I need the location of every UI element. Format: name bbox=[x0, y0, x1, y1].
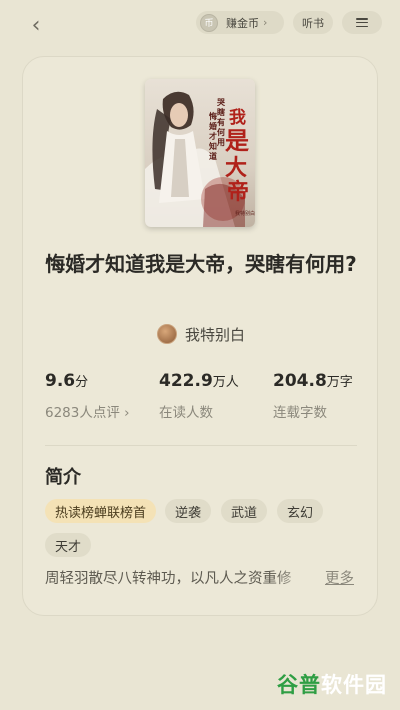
readers-value: 422.9 bbox=[159, 371, 213, 391]
listen-button[interactable]: 听书 bbox=[293, 11, 333, 34]
readers-label: 在读人数 bbox=[159, 405, 213, 421]
cover-title-char: 是 bbox=[225, 126, 249, 155]
words-unit: 万字 bbox=[326, 375, 353, 390]
svg-text:用: 用 bbox=[216, 137, 225, 147]
top-bar: ‹ 币 赚金币 › 听书 bbox=[0, 0, 400, 48]
svg-text:瞎: 瞎 bbox=[217, 107, 225, 117]
rating-unit: 分 bbox=[75, 375, 89, 390]
rating-stat[interactable]: 9.6分 6283人点评 › bbox=[45, 369, 130, 421]
svg-text:何: 何 bbox=[217, 127, 225, 137]
svg-text:婚: 婚 bbox=[209, 121, 217, 131]
tag[interactable]: 逆袭 bbox=[165, 499, 212, 523]
author-name: 我特别白 bbox=[184, 325, 245, 344]
svg-text:知: 知 bbox=[209, 141, 217, 151]
author-row[interactable]: 我特别白 bbox=[23, 321, 379, 347]
author-avatar bbox=[156, 324, 177, 344]
words-value: 204.8 bbox=[273, 371, 327, 391]
chevron-right-icon: › bbox=[263, 16, 268, 29]
menu-icon bbox=[356, 18, 368, 27]
listen-label: 听书 bbox=[302, 16, 324, 30]
tag[interactable]: 武道 bbox=[221, 499, 268, 523]
watermark-logo: 谷普 软件园 bbox=[271, 666, 393, 702]
book-title: 悔婚才知道我是大帝，哭瞎有何用? bbox=[45, 252, 357, 276]
tag-hot-ranking[interactable]: 热读榜蝉联榜首 bbox=[45, 499, 157, 523]
chevron-right-icon: › bbox=[124, 405, 130, 421]
tag[interactable]: 天才 bbox=[45, 533, 92, 557]
coin-icon: 币 bbox=[200, 13, 218, 32]
divider bbox=[45, 445, 357, 446]
words-label: 连载字数 bbox=[273, 405, 327, 421]
earn-coins-button[interactable]: 币 赚金币 › bbox=[196, 11, 284, 34]
back-arrow-icon[interactable]: ‹ bbox=[26, 15, 46, 37]
book-description: 周轻羽散尽八转神功，以凡人之资重修 bbox=[45, 571, 292, 587]
readers-unit: 万人 bbox=[212, 375, 239, 390]
rating-value: 9.6 bbox=[45, 371, 76, 391]
svg-text:悔: 悔 bbox=[209, 111, 217, 121]
more-link[interactable]: 更多 bbox=[325, 567, 354, 588]
tag[interactable]: 玄幻 bbox=[277, 499, 324, 523]
stats-row: 9.6分 6283人点评 › 422.9万人 在读人数 204.8万字 连载字数 bbox=[45, 369, 365, 425]
rating-label: 6283人点评 bbox=[45, 405, 120, 421]
cover-title-char: 帝 bbox=[227, 179, 249, 205]
svg-text:才: 才 bbox=[208, 131, 217, 141]
book-cover-image[interactable]: 我 是 大 帝 哭瞎有何用 悔婚才知道 我特别白著 bbox=[145, 79, 255, 227]
svg-text:我特别白著: 我特别白著 bbox=[235, 210, 255, 217]
watermark-part2: 软件园 bbox=[321, 673, 387, 697]
svg-text:有: 有 bbox=[217, 117, 225, 127]
description-fade bbox=[273, 563, 315, 589]
cover-title-char: 大 bbox=[225, 155, 247, 181]
earn-coins-label: 赚金币 bbox=[226, 16, 259, 30]
book-detail-card: 我 是 大 帝 哭瞎有何用 悔婚才知道 我特别白著 悔婚才知道我是大帝，哭瞎有何… bbox=[22, 56, 378, 616]
readers-stat: 422.9万人 在读人数 bbox=[159, 369, 239, 421]
cover-title-char: 我 bbox=[229, 108, 246, 128]
svg-text:道: 道 bbox=[209, 151, 217, 161]
menu-button[interactable] bbox=[342, 11, 382, 34]
svg-text:哭: 哭 bbox=[216, 97, 226, 107]
watermark-part1: 谷普 bbox=[277, 673, 321, 697]
words-stat: 204.8万字 连载字数 bbox=[273, 369, 353, 421]
intro-heading: 简介 bbox=[45, 467, 81, 488]
